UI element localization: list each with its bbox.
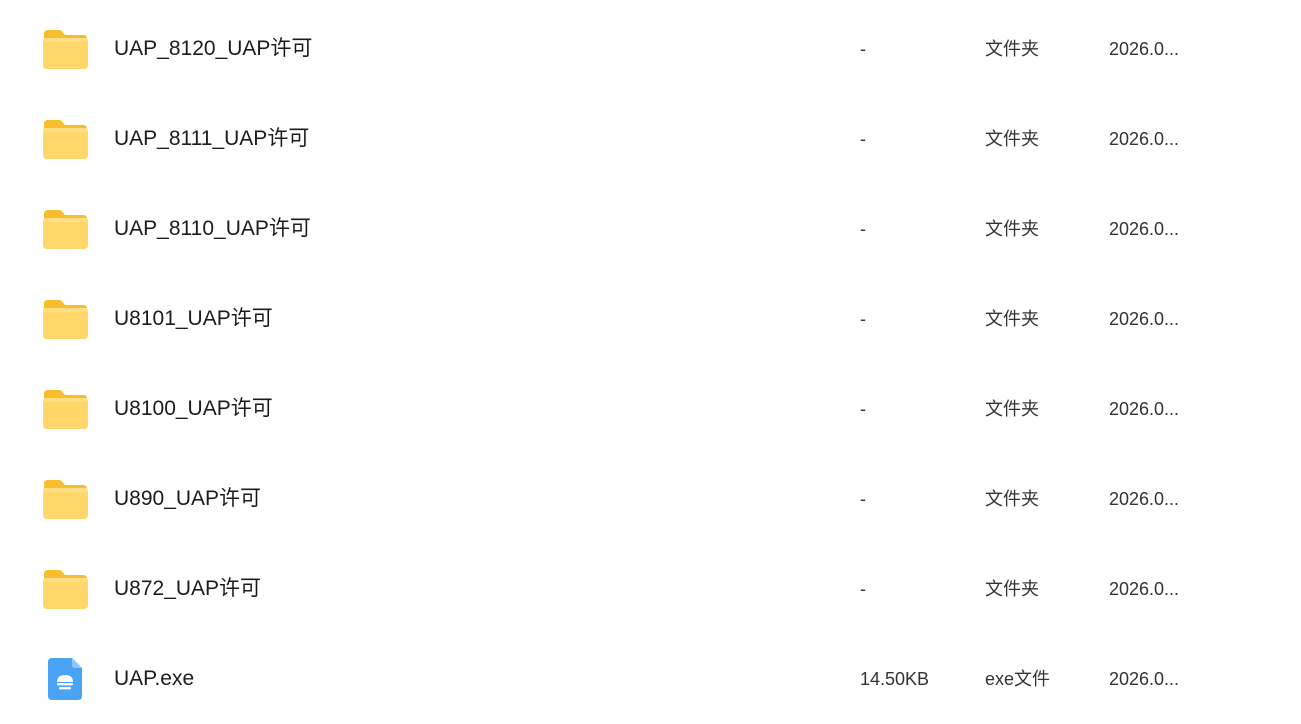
file-date: 2026.0...	[1109, 399, 1180, 419]
file-date: 2026.0...	[1109, 309, 1180, 329]
file-name[interactable]: UAP_8110_UAP许可	[114, 184, 311, 274]
file-row[interactable]: UAP_8110_UAP许可 - 文件夹 2026.0...	[0, 184, 1301, 274]
file-size: 14.50KB	[860, 669, 930, 689]
file-list: UAP_8120_UAP许可 - 文件夹 2026.0... UAP_8111_…	[0, 4, 1301, 724]
file-date: 2026.0...	[1109, 669, 1180, 689]
file-date: 2026.0...	[1109, 489, 1180, 509]
exe-file-icon[interactable]	[42, 658, 88, 700]
file-type: 文件夹	[985, 39, 1039, 59]
file-size: -	[860, 309, 866, 329]
file-size: -	[860, 219, 866, 239]
file-type: exe文件	[985, 669, 1051, 689]
file-date: 2026.0...	[1109, 129, 1180, 149]
file-size: -	[860, 489, 866, 509]
file-name[interactable]: U872_UAP许可	[114, 544, 261, 634]
folder-icon[interactable]	[42, 388, 88, 430]
file-type: 文件夹	[985, 309, 1039, 329]
file-size: -	[860, 39, 866, 59]
file-name[interactable]: UAP.exe	[114, 634, 194, 724]
file-type: 文件夹	[985, 129, 1039, 149]
file-type: 文件夹	[985, 489, 1039, 509]
folder-icon[interactable]	[42, 28, 88, 70]
file-name[interactable]: U8100_UAP许可	[114, 364, 273, 454]
file-row[interactable]: U872_UAP许可 - 文件夹 2026.0...	[0, 544, 1301, 634]
file-date: 2026.0...	[1109, 39, 1180, 59]
file-name[interactable]: UAP_8111_UAP许可	[114, 94, 309, 184]
file-type: 文件夹	[985, 399, 1039, 419]
file-type: 文件夹	[985, 579, 1039, 599]
folder-icon[interactable]	[42, 568, 88, 610]
file-row[interactable]: U8101_UAP许可 - 文件夹 2026.0...	[0, 274, 1301, 364]
file-date: 2026.0...	[1109, 219, 1180, 239]
folder-icon[interactable]	[42, 298, 88, 340]
file-name[interactable]: U890_UAP许可	[114, 454, 261, 544]
file-row[interactable]: UAP_8111_UAP许可 - 文件夹 2026.0...	[0, 94, 1301, 184]
file-name[interactable]: U8101_UAP许可	[114, 274, 273, 364]
folder-icon[interactable]	[42, 478, 88, 520]
file-size: -	[860, 399, 866, 419]
folder-icon[interactable]	[42, 118, 88, 160]
file-type: 文件夹	[985, 219, 1039, 239]
file-size: -	[860, 579, 866, 599]
file-row[interactable]: U890_UAP许可 - 文件夹 2026.0...	[0, 454, 1301, 544]
file-size: -	[860, 129, 866, 149]
file-name[interactable]: UAP_8120_UAP许可	[114, 4, 312, 94]
folder-icon[interactable]	[42, 208, 88, 250]
file-row[interactable]: U8100_UAP许可 - 文件夹 2026.0...	[0, 364, 1301, 454]
file-date: 2026.0...	[1109, 579, 1180, 599]
file-row[interactable]: UAP.exe 14.50KB exe文件 2026.0...	[0, 634, 1301, 724]
file-row[interactable]: UAP_8120_UAP许可 - 文件夹 2026.0...	[0, 4, 1301, 94]
